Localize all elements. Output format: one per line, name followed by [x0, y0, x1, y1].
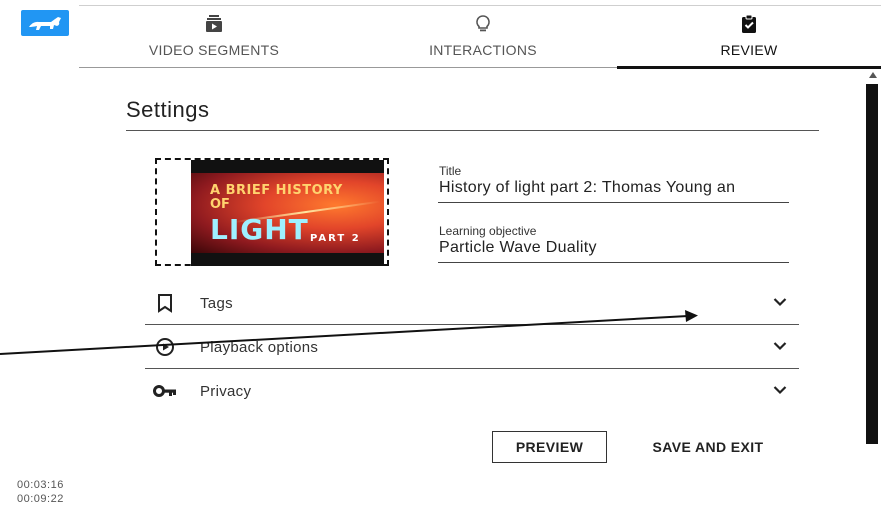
- total-duration: 00:09:22: [17, 493, 64, 505]
- objective-input[interactable]: Particle Wave Duality: [439, 239, 791, 257]
- thumbnail-text-line: A BRIEF HISTORY: [210, 183, 343, 198]
- chevron-down-icon: [773, 298, 787, 307]
- scroll-up-icon[interactable]: [869, 72, 877, 78]
- thumbnail-text-line: OF: [210, 197, 230, 212]
- tab-label: INTERACTIONS: [429, 42, 537, 58]
- tab-label: REVIEW: [720, 42, 778, 58]
- tab-video-segments[interactable]: VIDEO SEGMENTS: [79, 5, 349, 67]
- title-underline: [438, 202, 789, 203]
- heading-divider: [126, 130, 819, 131]
- thumbnail-text-line: PART 2: [310, 233, 361, 244]
- preview-button[interactable]: PREVIEW: [492, 431, 607, 463]
- save-and-exit-button[interactable]: SAVE AND EXIT: [638, 431, 778, 463]
- accordion-label: Playback options: [200, 339, 319, 356]
- accordion-privacy[interactable]: Privacy: [145, 369, 799, 413]
- bookmark-icon: [158, 294, 172, 313]
- objective-label: Learning objective: [439, 224, 537, 238]
- chevron-down-icon: [773, 342, 787, 351]
- tab-bar: VIDEO SEGMENTS INTERACTIONS REVIEW: [79, 5, 881, 68]
- accordion-label: Tags: [200, 295, 233, 312]
- scrollbar-thumb[interactable]: [866, 84, 878, 444]
- title-label: Title: [439, 164, 462, 178]
- tab-interactions[interactable]: INTERACTIONS: [349, 5, 617, 67]
- tab-review[interactable]: REVIEW: [617, 5, 881, 67]
- clipboard-check-icon: [742, 14, 756, 33]
- app-logo[interactable]: [21, 10, 69, 36]
- page-title: Settings: [126, 97, 210, 122]
- dog-logo-icon: [29, 17, 61, 30]
- chevron-down-icon: [773, 386, 787, 395]
- video-stack-icon: [206, 15, 222, 32]
- key-icon: [153, 385, 176, 397]
- accordion-label: Privacy: [200, 383, 252, 400]
- accordion-tags[interactable]: Tags: [145, 281, 799, 325]
- accordion-playback-options[interactable]: Playback options: [145, 325, 799, 369]
- objective-underline: [438, 262, 789, 263]
- tab-label: VIDEO SEGMENTS: [148, 42, 280, 58]
- title-input[interactable]: History of light part 2: Thomas Young an: [439, 179, 791, 197]
- current-time: 00:03:16: [17, 479, 64, 491]
- lightbulb-icon: [476, 15, 490, 32]
- video-thumbnail[interactable]: A BRIEF HISTORY OF LIGHT PART 2: [191, 160, 384, 266]
- thumbnail-text-line: LIGHT: [210, 213, 309, 246]
- active-tab-indicator: [617, 66, 881, 69]
- play-circle-icon: [156, 338, 174, 356]
